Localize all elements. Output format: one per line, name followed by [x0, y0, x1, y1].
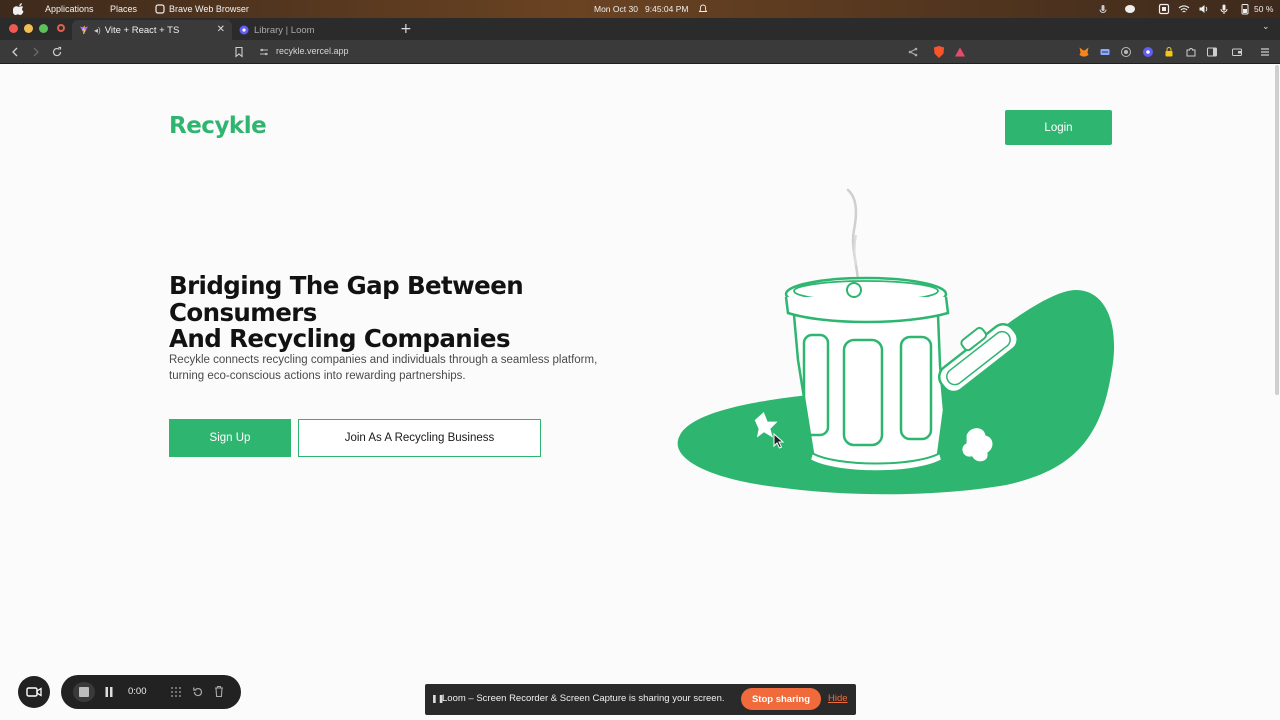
- tab-library-loom[interactable]: Library | Loom: [232, 20, 392, 40]
- sidebar-toggle-icon[interactable]: [1206, 46, 1218, 58]
- wifi-icon[interactable]: [1178, 3, 1190, 15]
- loom-camera-button[interactable]: [18, 676, 50, 708]
- screen-share-icon[interactable]: [1158, 3, 1170, 15]
- address-bar[interactable]: [252, 43, 972, 61]
- stop-icon: [79, 687, 89, 697]
- share-icon[interactable]: [907, 46, 919, 58]
- hide-notification-link[interactable]: Hide: [828, 693, 848, 704]
- mouse-cursor-icon: [773, 433, 785, 449]
- pause-icon[interactable]: [104, 686, 114, 698]
- tab-title: Library | Loom: [254, 24, 315, 36]
- share-message: Loom – Screen Recorder & Screen Capture …: [442, 693, 725, 704]
- os-clock[interactable]: Mon Oct 30 9:45:04 PM: [594, 4, 689, 14]
- coffee-icon[interactable]: [1124, 3, 1136, 15]
- tab-list-chevron-icon[interactable]: ⌄: [1262, 22, 1270, 32]
- url-text: recykle.vercel.app: [276, 46, 349, 56]
- tab-audio-icon[interactable]: ◂): [94, 26, 101, 35]
- extensions-puzzle-icon[interactable]: [1185, 46, 1197, 58]
- camera-icon: [26, 687, 42, 697]
- hero-title: Bridging The Gap Between Consumers And R…: [169, 271, 649, 353]
- signup-button[interactable]: Sign Up: [169, 419, 291, 457]
- window-close-button[interactable]: [9, 24, 18, 33]
- lock-extension-icon[interactable]: [1163, 46, 1175, 58]
- site-info-icon[interactable]: [259, 47, 269, 57]
- trash-icon[interactable]: [213, 685, 225, 698]
- page-scrollbar[interactable]: [1275, 65, 1279, 395]
- loom-timer: 0:00: [128, 686, 147, 697]
- metamask-icon[interactable]: [1078, 46, 1090, 58]
- os-date: Mon Oct 30: [594, 4, 638, 14]
- battery-percent: 50 %: [1254, 4, 1274, 14]
- back-icon[interactable]: [9, 46, 21, 58]
- hero-description: Recykle connects recycling companies and…: [169, 352, 639, 384]
- loom-stop-button[interactable]: [73, 682, 95, 702]
- menu-places[interactable]: Places: [110, 4, 137, 14]
- apple-icon[interactable]: [13, 3, 25, 15]
- os-time: 9:45:04 PM: [645, 4, 689, 14]
- tab-close-icon[interactable]: ✕: [217, 24, 225, 35]
- tab-vite-react-ts[interactable]: ◂) Vite + React + TS ✕: [72, 20, 232, 40]
- restart-icon[interactable]: [192, 686, 204, 698]
- site-logo[interactable]: Recykle: [169, 113, 267, 139]
- bookmark-icon[interactable]: [233, 46, 245, 58]
- tab-title: Vite + React + TS: [104, 24, 180, 36]
- browser-nav-bar: [0, 40, 1280, 64]
- reload-icon[interactable]: [51, 46, 63, 58]
- hero-description-line-2: turning eco-conscious actions into rewar…: [169, 370, 466, 382]
- brave-app-icon: [155, 4, 165, 14]
- target-extension-icon[interactable]: [1120, 46, 1132, 58]
- forward-icon[interactable]: [30, 46, 42, 58]
- mic-status-icon[interactable]: [1218, 3, 1230, 15]
- menu-brave-web-browser[interactable]: Brave Web Browser: [169, 4, 249, 14]
- trash-can-illustration: [677, 188, 1115, 495]
- battery-icon[interactable]: [1239, 3, 1251, 15]
- loom-extension-icon[interactable]: [1142, 46, 1154, 58]
- web-page: Recykle Login Bridging The Gap Between C…: [0, 65, 1275, 720]
- browser-menu-icon[interactable]: [1259, 46, 1271, 58]
- menu-applications[interactable]: Applications: [45, 4, 94, 14]
- wallet-icon[interactable]: [1231, 46, 1243, 58]
- hero-description-line-1: Recykle connects recycling companies and…: [169, 354, 598, 366]
- extension-dots-icon[interactable]: [1099, 46, 1111, 58]
- brave-shields-icon[interactable]: [932, 45, 946, 59]
- hero-title-line-2: And Recycling Companies: [169, 324, 511, 353]
- loom-favicon-icon: [239, 25, 249, 35]
- vite-favicon-icon: [80, 25, 88, 35]
- bell-icon[interactable]: [698, 4, 708, 14]
- os-top-bar: Applications Places Brave Web Browser Mo…: [0, 0, 1280, 18]
- window-minimize-button[interactable]: [24, 24, 33, 33]
- volume-icon[interactable]: [1198, 3, 1210, 15]
- stop-sharing-button[interactable]: Stop sharing: [741, 688, 821, 710]
- grid-dots-icon[interactable]: [170, 686, 182, 698]
- browser-tab-bar: ◂) Vite + React + TS ✕ Library | Loom: [0, 18, 1280, 40]
- new-tab-button[interactable]: +: [400, 21, 412, 37]
- hero-title-line-1: Bridging The Gap Between Consumers: [169, 271, 524, 327]
- join-recycling-business-button[interactable]: Join As A Recycling Business: [298, 419, 541, 457]
- window-maximize-button[interactable]: [39, 24, 48, 33]
- brave-rewards-icon[interactable]: [954, 46, 966, 58]
- login-button[interactable]: Login: [1005, 110, 1112, 145]
- recording-indicator-icon: [57, 24, 65, 32]
- microphone-icon[interactable]: [1097, 3, 1109, 15]
